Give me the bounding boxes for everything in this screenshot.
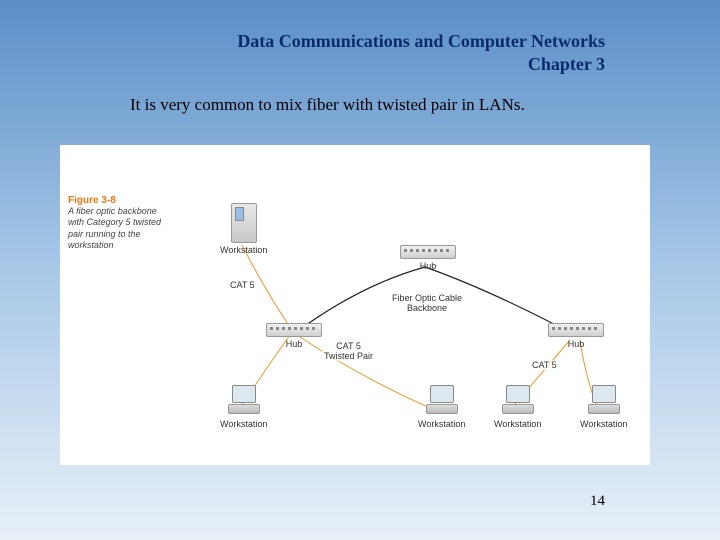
page-number: 14: [590, 493, 605, 510]
hub-node: Hub: [266, 323, 322, 349]
figure-label-block: Figure 3-8 A fiber optic backbone with C…: [68, 195, 168, 251]
workstation-node: Workstation: [220, 203, 267, 255]
hub-icon: [400, 245, 456, 259]
desktop-icon: [587, 385, 621, 417]
cable-label-cat5: CAT 5: [228, 280, 257, 290]
desktop-icon: [501, 385, 535, 417]
hub-icon: [266, 323, 322, 337]
twisted-pair-text: Twisted Pair: [324, 351, 373, 361]
desktop-icon: [227, 385, 261, 417]
desktop-icon: [425, 385, 459, 417]
hub-label: Hub: [548, 339, 604, 349]
workstation-label: Workstation: [220, 245, 267, 255]
workstation-node: Workstation: [580, 385, 627, 429]
figure-caption: A fiber optic backbone with Category 5 t…: [68, 206, 168, 251]
workstation-node: Workstation: [220, 385, 267, 429]
hub-node: Hub: [400, 245, 456, 271]
figure-area: Figure 3-8 A fiber optic backbone with C…: [60, 145, 650, 465]
hub-label: Hub: [400, 261, 456, 271]
cable-label-backbone: Fiber Optic Cable Backbone: [390, 293, 464, 313]
workstation-label: Workstation: [494, 419, 541, 429]
network-diagram: Workstation Hub Hub Hub Workstation Work…: [180, 185, 640, 455]
tower-icon: [231, 203, 257, 243]
workstation-node: Workstation: [494, 385, 541, 429]
workstation-label: Workstation: [580, 419, 627, 429]
hub-icon: [548, 323, 604, 337]
workstation-node: Workstation: [418, 385, 465, 429]
figure-number: Figure 3-8: [68, 195, 168, 206]
cable-label-cat5: CAT 5: [530, 360, 559, 370]
slide-header: Data Communications and Computer Network…: [0, 0, 720, 77]
cable-label-cat5-twisted: CAT 5 Twisted Pair: [322, 341, 375, 361]
hub-node: Hub: [548, 323, 604, 349]
title-line-2: Chapter 3: [0, 53, 605, 76]
title-line-1: Data Communications and Computer Network…: [0, 30, 605, 53]
body-text: It is very common to mix fiber with twis…: [0, 77, 720, 115]
workstation-label: Workstation: [418, 419, 465, 429]
workstation-label: Workstation: [220, 419, 267, 429]
hub-label: Hub: [266, 339, 322, 349]
